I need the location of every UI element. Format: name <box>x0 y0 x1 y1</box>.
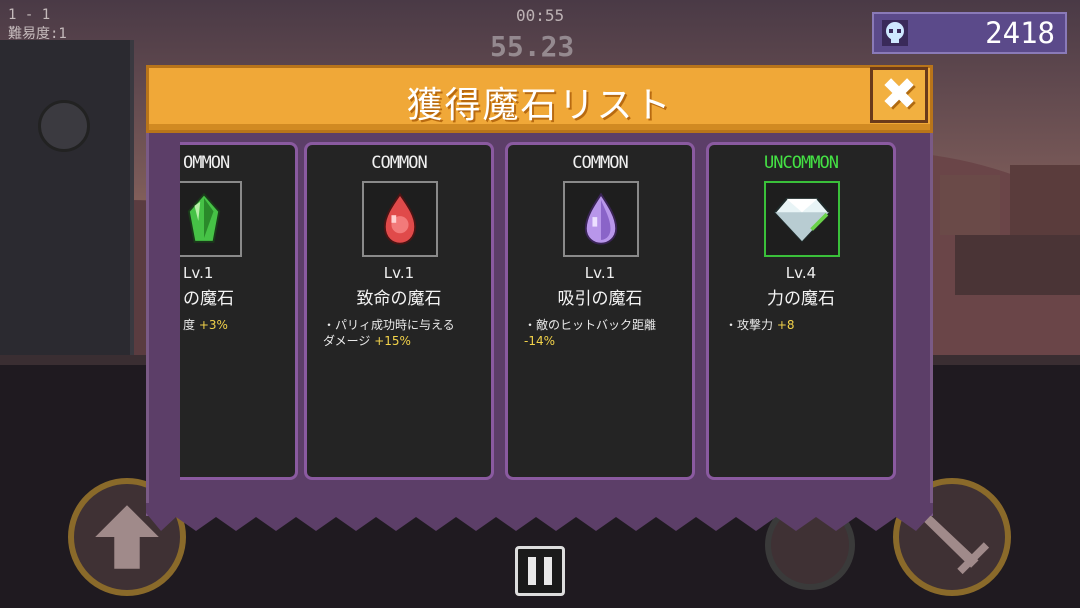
gem-effect: ・攻撃力 +8 <box>725 317 885 333</box>
gem-card[interactable]: UNCOMMON Lv.4 力の魔石 ・攻撃力 +8 <box>706 142 896 480</box>
rarity-label: COMMON <box>572 153 628 173</box>
dialog-title-banner: 獲得魔石リスト <box>146 65 933 133</box>
stage-info: 1 - 1 難易度:1 <box>8 6 67 44</box>
white-diamond-icon <box>773 197 831 243</box>
effect-text: ・攻撃力 <box>725 318 774 332</box>
gem-effect: ・敵のヒットバック距離 -14% <box>524 317 684 349</box>
rarity-label: UNCOMMON <box>764 153 839 173</box>
gem-name: 致命の魔石 <box>356 289 442 309</box>
gem-icon-box <box>362 181 438 257</box>
gem-level: Lv.1 <box>584 264 616 282</box>
gem-icon-box <box>180 181 242 257</box>
timer: 00:55 <box>516 6 565 25</box>
currency-counter: 2418 <box>872 12 1067 54</box>
difficulty-label: 難易度:1 <box>8 26 67 42</box>
gem-effect: ・パリィ成功時に与える ダメージ +15% <box>323 317 483 349</box>
close-button[interactable]: ✖ <box>870 67 928 123</box>
stone-pillar <box>0 40 134 370</box>
rarity-label: OMMON <box>183 153 230 173</box>
gem-level: Lv.4 <box>785 264 817 282</box>
gem-name: の魔石 <box>183 289 234 309</box>
gem-name: 力の魔石 <box>767 289 835 309</box>
dialog-title: 獲得魔石リスト <box>406 85 673 126</box>
close-icon: ✖ <box>880 69 918 120</box>
effect-value: +15% <box>374 334 411 348</box>
stage-label: 1 - 1 <box>8 7 51 23</box>
timer-large: 55.23 <box>490 30 575 63</box>
panel-zigzag-edge <box>146 503 933 531</box>
gem-card[interactable]: COMMON Lv.1 致命の魔石 ・パリィ成功時に与える ダメージ +15% <box>304 142 494 480</box>
effect-value: -14% <box>524 334 556 348</box>
effect-text: ・敵のヒットバック距離 <box>524 318 657 332</box>
rarity-label: COMMON <box>371 153 427 173</box>
gem-level: Lv.1 <box>383 264 415 282</box>
gem-icon-box <box>764 181 840 257</box>
gem-card[interactable]: OMMON Lv.1 の魔石 度 +3% <box>180 142 298 480</box>
gem-card-list[interactable]: OMMON Lv.1 の魔石 度 +3% COMMON Lv.1 致命の魔石 ・… <box>180 142 910 482</box>
skull-gem-icon <box>882 20 908 46</box>
gem-icon-box <box>563 181 639 257</box>
gem-card[interactable]: COMMON Lv.1 吸引の魔石 ・敵のヒットバック距離 -14% <box>505 142 695 480</box>
pause-button[interactable] <box>515 546 565 596</box>
gem-name: 吸引の魔石 <box>557 289 643 309</box>
red-gem-icon <box>383 192 417 245</box>
effect-text: 度 <box>183 318 196 332</box>
currency-amount: 2418 <box>985 16 1055 50</box>
purple-gem-icon <box>584 192 618 245</box>
skull-ornament <box>38 100 90 152</box>
effect-value: +8 <box>776 318 795 332</box>
gem-effect: 度 +3% <box>183 317 287 333</box>
effect-value: +3% <box>198 318 228 332</box>
gem-level: Lv.1 <box>183 264 214 282</box>
green-gem-icon <box>187 192 221 243</box>
